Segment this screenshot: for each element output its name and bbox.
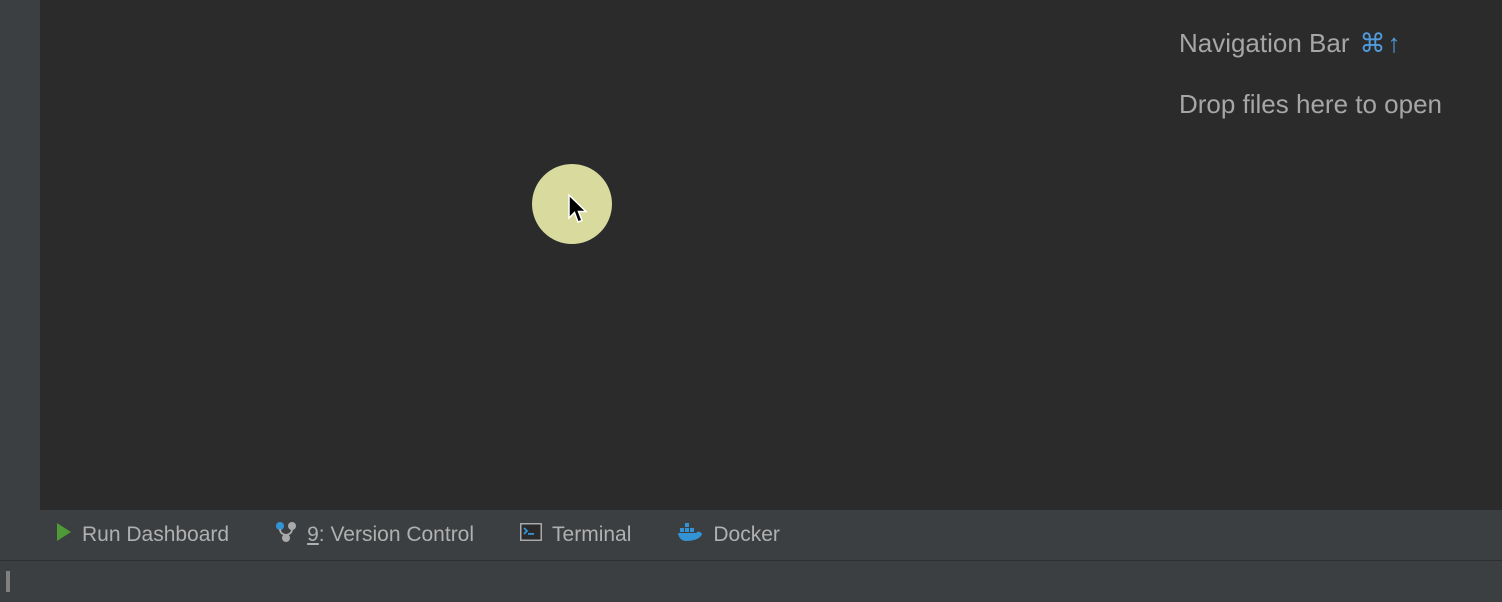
hint-drop-files-label: Drop files here to open <box>1179 89 1442 120</box>
tool-version-control-label: 9: Version Control <box>307 523 474 547</box>
shortcut-cmd-up: ⌘ ↑ <box>1360 28 1401 59</box>
status-bar <box>0 560 1502 602</box>
arrow-up-glyph: ↑ <box>1388 28 1401 59</box>
tool-docker-label: Docker <box>713 523 780 547</box>
terminal-icon <box>520 523 542 547</box>
branch-icon <box>275 521 297 549</box>
tool-version-control[interactable]: 9: Version Control <box>275 521 474 549</box>
mnemonic-9: 9 <box>307 523 319 546</box>
bottom-tool-window-bar: Run Dashboard 9: Version Control Termina… <box>0 510 1502 560</box>
tool-run-dashboard-label: Run Dashboard <box>82 523 229 547</box>
play-icon <box>56 523 72 547</box>
tool-run-dashboard[interactable]: Run Dashboard <box>56 523 229 547</box>
tool-terminal[interactable]: Terminal <box>520 523 631 547</box>
editor-hints: Navigation Bar ⌘ ↑ Drop files here to op… <box>1179 28 1442 150</box>
cmd-glyph: ⌘ <box>1360 28 1386 59</box>
hint-navigation-bar: Navigation Bar ⌘ ↑ <box>1179 28 1442 59</box>
cursor-highlight-circle <box>532 164 612 244</box>
tool-docker[interactable]: Docker <box>677 522 780 548</box>
tool-windows-toggle-icon[interactable] <box>6 573 10 591</box>
hint-navigation-bar-label: Navigation Bar <box>1179 28 1350 59</box>
editor-empty-area[interactable]: Navigation Bar ⌘ ↑ Drop files here to op… <box>40 0 1502 510</box>
tool-terminal-label: Terminal <box>552 523 631 547</box>
left-tool-gutter <box>0 0 40 510</box>
docker-icon <box>677 522 703 548</box>
hint-drop-files: Drop files here to open <box>1179 89 1442 120</box>
